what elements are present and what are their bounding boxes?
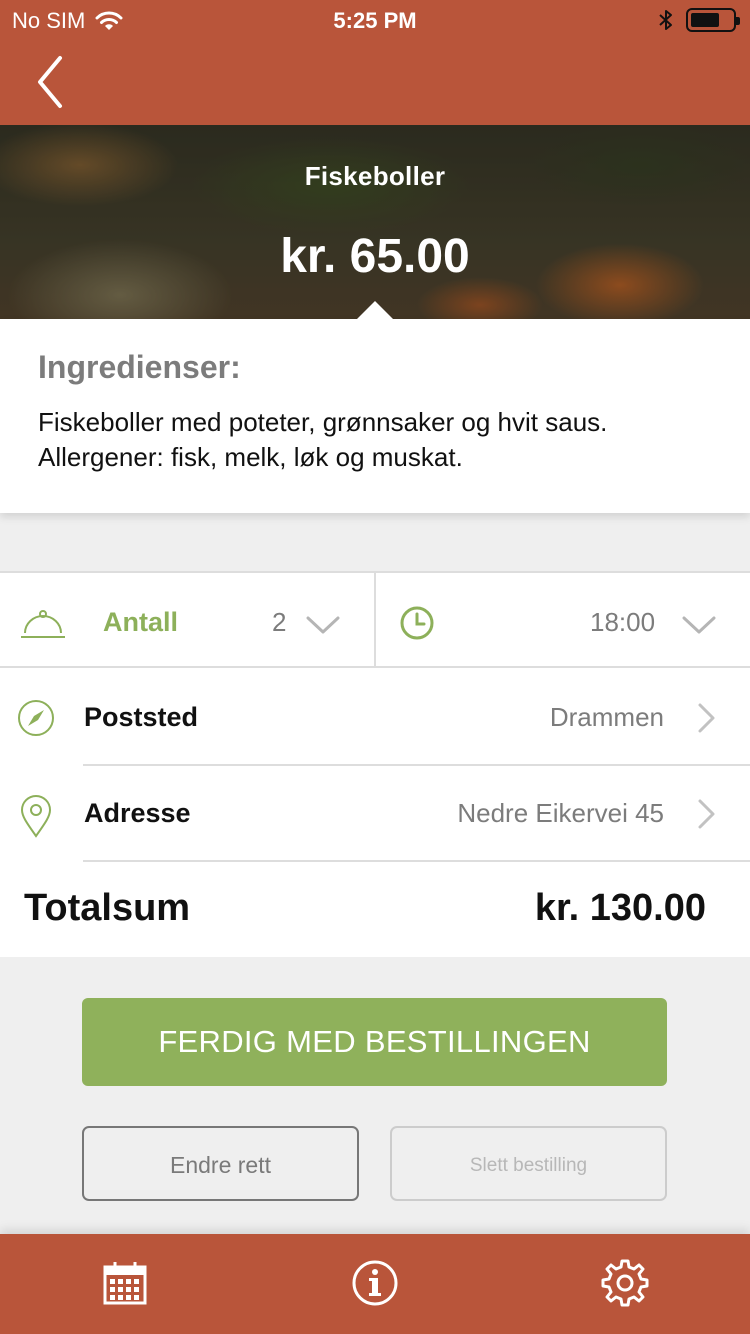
total-label: Totalsum bbox=[24, 887, 191, 929]
address-chevron-right-icon bbox=[698, 799, 715, 829]
finish-order-button[interactable]: FERDIG MED BESTILLINGEN bbox=[82, 998, 667, 1086]
quantity-time-row: Antall 2 18:00 bbox=[0, 573, 750, 668]
postal-chevron-right-icon bbox=[698, 703, 715, 733]
info-icon[interactable] bbox=[350, 1258, 400, 1308]
row-separator bbox=[83, 860, 750, 862]
dish-price: kr. 65.00 bbox=[280, 230, 470, 283]
settings-gear-icon[interactable] bbox=[600, 1258, 650, 1308]
ingredients-text: Fiskeboller med poteter, grønnsaker og h… bbox=[38, 407, 608, 472]
address-row[interactable]: Adresse Nedre Eikervei 45 bbox=[0, 766, 750, 862]
delete-order-button[interactable]: Slett bestilling bbox=[390, 1126, 667, 1201]
total-row: Totalsum kr. 130.00 bbox=[0, 863, 750, 959]
tab-bar bbox=[0, 1234, 750, 1334]
edit-dish-button[interactable]: Endre rett bbox=[82, 1126, 359, 1201]
time-chevron-down-icon[interactable] bbox=[682, 615, 716, 635]
back-button[interactable] bbox=[28, 54, 78, 110]
bluetooth-icon bbox=[659, 10, 672, 30]
cloche-icon bbox=[21, 610, 65, 638]
status-bar: No SIM 5:25 PM bbox=[0, 0, 750, 40]
postal-label: Poststed bbox=[84, 702, 199, 732]
status-time: 5:25 PM bbox=[333, 8, 417, 33]
status-right bbox=[658, 8, 740, 32]
time-select[interactable]: 18:00 bbox=[590, 607, 655, 638]
hero-pointer bbox=[357, 301, 393, 319]
address-value: Nedre Eikervei 45 bbox=[457, 798, 664, 828]
order-options: Antall 2 18:00 Poststed Drammen Adresse … bbox=[0, 571, 750, 957]
postal-row[interactable]: Poststed Drammen bbox=[0, 670, 750, 766]
clock-icon bbox=[400, 606, 434, 640]
dish-title: Fiskeboller bbox=[304, 161, 446, 191]
compass-icon bbox=[18, 700, 54, 736]
location-pin-icon bbox=[20, 795, 52, 838]
postal-value: Drammen bbox=[549, 702, 664, 732]
battery-icon bbox=[686, 8, 740, 32]
ingredients-heading: Ingredienser: bbox=[38, 349, 241, 385]
calendar-icon[interactable] bbox=[100, 1258, 150, 1308]
quantity-label: Antall bbox=[103, 607, 179, 637]
quantity-chevron-down-icon[interactable] bbox=[306, 615, 340, 635]
nav-bar bbox=[0, 40, 750, 125]
dish-hero-image: Fiskeboller kr. 65.00 bbox=[0, 125, 750, 319]
quantity-select[interactable]: 2 bbox=[272, 607, 286, 638]
ingredients-card: Ingredienser: Fiskeboller med poteter, g… bbox=[0, 319, 750, 513]
total-value: kr. 130.00 bbox=[534, 887, 706, 929]
vertical-divider bbox=[374, 573, 376, 668]
address-label: Adresse bbox=[84, 798, 191, 828]
